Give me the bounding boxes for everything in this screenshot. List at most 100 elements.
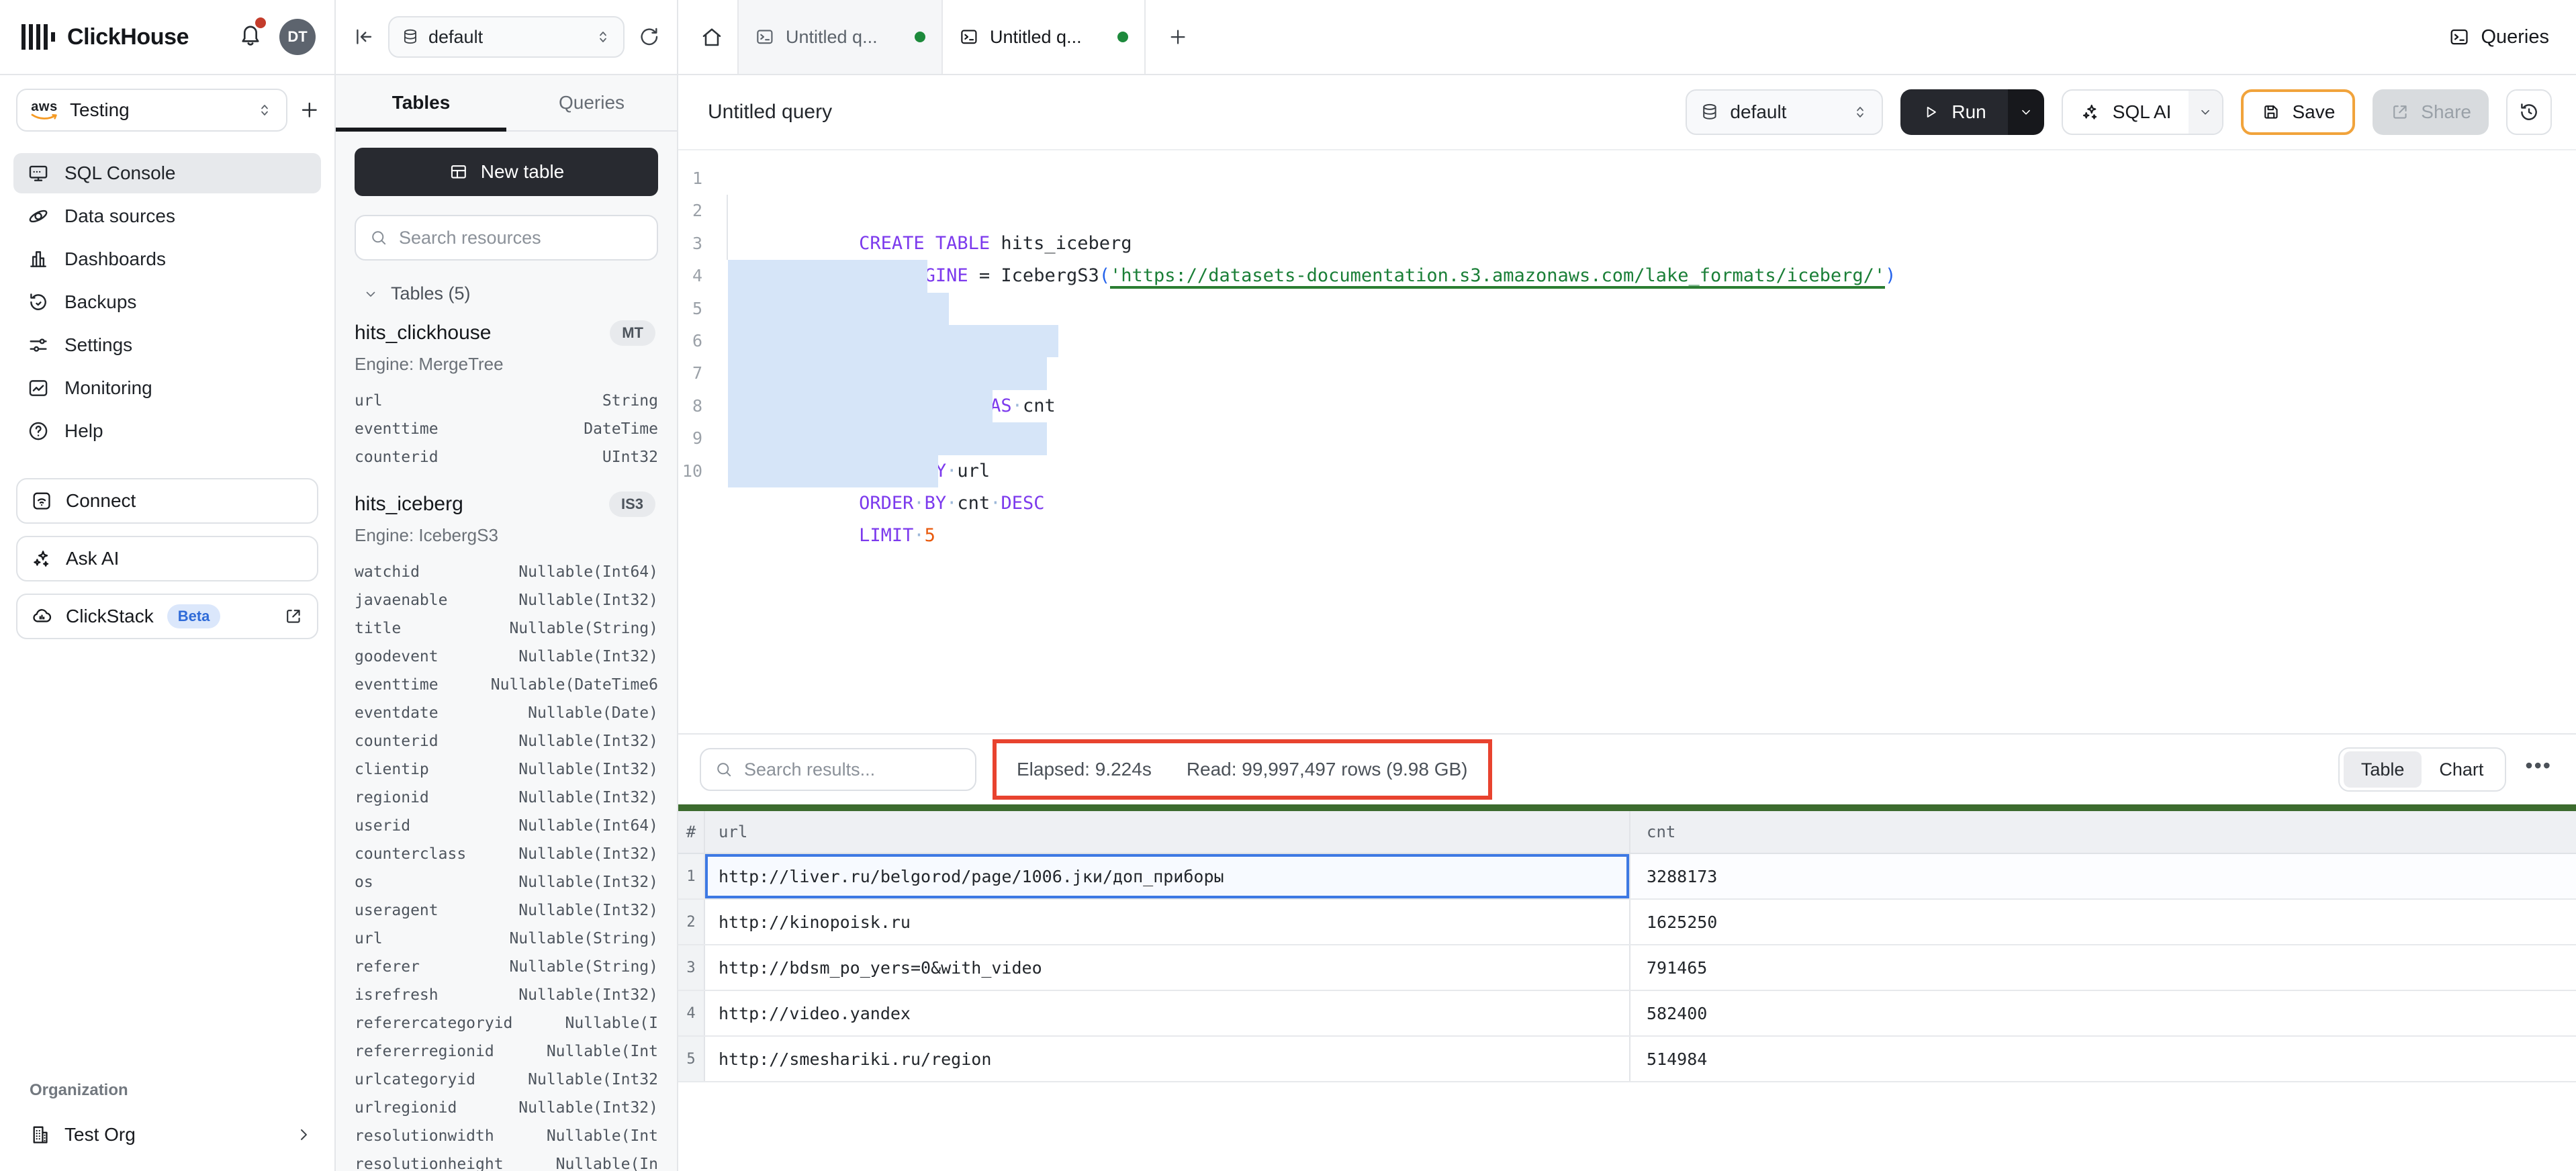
queries-button[interactable]: Queries [2448, 26, 2549, 48]
query-stats-annotation: Elapsed: 9.224s Read: 99,997,497 rows (9… [993, 739, 1492, 800]
code-line[interactable]: 8 GROUP·BY·url [678, 390, 2576, 422]
ask-ai-label: Ask AI [66, 548, 119, 569]
connect-button[interactable]: Connect [16, 478, 318, 524]
sql-editor[interactable]: 1 CREATE TABLE hits_iceberg 2 ENGINE = I… [678, 150, 2576, 733]
column-row: os Nullable(Int32) [355, 868, 658, 896]
workspace-name: Testing [70, 99, 130, 121]
sql-ai-options-button[interactable] [2189, 91, 2222, 134]
results-menu-button[interactable]: ••• [2525, 755, 2552, 784]
table-name[interactable]: hits_iceberg [355, 493, 463, 516]
url-cell[interactable]: http://kinopoisk.ru [705, 900, 1630, 944]
cnt-cell[interactable]: 3288173 [1630, 854, 2576, 898]
tables-section-header[interactable]: Tables (5) [355, 283, 658, 304]
url-cell[interactable]: http://smeshariki.ru/region [705, 1037, 1630, 1081]
code-line[interactable]: 9 ORDER·BY·cnt·DESC [678, 422, 2576, 455]
read-stat: Read: 99,997,497 rows (9.98 GB) [1187, 759, 1468, 780]
table-grid-icon [449, 162, 469, 182]
table-row[interactable]: 2 http://kinopoisk.ru 1625250 [678, 900, 2576, 945]
column-name: title [355, 620, 401, 637]
refresh-button[interactable] [638, 26, 661, 48]
cnt-cell[interactable]: 791465 [1630, 945, 2576, 990]
sidebar-item-monitoring[interactable]: Monitoring [13, 368, 321, 408]
chart-view-button[interactable]: Chart [2422, 751, 2501, 788]
url-cell[interactable]: http://video.yandex [705, 991, 1630, 1035]
add-service-button[interactable] [298, 99, 321, 122]
resources-tabs: Tables Queries [336, 75, 677, 132]
sql-ai-button[interactable]: SQL AI [2062, 89, 2224, 135]
new-table-button[interactable]: New table [355, 148, 658, 196]
run-options-button[interactable] [2008, 89, 2044, 135]
help-circle-icon [27, 420, 50, 442]
column-row: eventdate Nullable(Date) [355, 699, 658, 727]
user-avatar[interactable]: DT [279, 19, 316, 55]
table-name[interactable]: hits_clickhouse [355, 322, 491, 344]
resources-search[interactable] [355, 215, 658, 261]
column-type: Nullable(In [556, 1156, 658, 1171]
run-button[interactable]: Run [1900, 89, 2043, 135]
database-icon [402, 28, 419, 46]
column-name: os [355, 874, 373, 891]
connect-label: Connect [66, 490, 136, 512]
share-button[interactable]: Share [2373, 89, 2489, 135]
database-selector-value: default [428, 27, 483, 48]
chevron-down-icon [2019, 105, 2033, 120]
table-row[interactable]: 4 http://video.yandex 582400 [678, 991, 2576, 1037]
line-number: 7 [678, 357, 713, 389]
table-row[interactable]: 5 http://smeshariki.ru/region 514984 [678, 1037, 2576, 1082]
column-name: eventtime [355, 420, 439, 438]
url-cell[interactable]: http://liver.ru/belgorod/page/1006.jки/д… [705, 854, 1630, 898]
tab-queries[interactable]: Queries [506, 75, 677, 130]
table-row[interactable]: 3 http://bdsm_po_yers=0&with_video 79146… [678, 945, 2576, 991]
table-row[interactable]: 1 http://liver.ru/belgorod/page/1006.jки… [678, 854, 2576, 900]
column-row: counterclass Nullable(Int32) [355, 840, 658, 868]
cnt-cell[interactable]: 1625250 [1630, 900, 2576, 944]
code-text: ····url, [728, 293, 949, 325]
new-tab-button[interactable] [1167, 26, 1189, 48]
workspace-selector[interactable]: aws Testing [16, 89, 287, 132]
unsaved-dot-icon [915, 32, 925, 42]
save-button[interactable]: Save [2241, 89, 2355, 135]
query-tab-2[interactable]: Untitled q... [941, 0, 1146, 74]
organization-switcher[interactable]: Test Org [0, 1112, 334, 1158]
query-title[interactable]: Untitled query [708, 101, 832, 124]
header-row-number: # [678, 811, 705, 853]
sidebar-item-data-sources[interactable]: Data sources [13, 196, 321, 236]
sidebar-item-dashboards[interactable]: Dashboards [13, 239, 321, 279]
results-search[interactable] [700, 748, 976, 791]
sidebar-item-backups[interactable]: Backups [13, 282, 321, 322]
code-line[interactable]: 7 FROM·hits_iceberg [678, 357, 2576, 389]
line-number: 5 [678, 293, 713, 325]
sidebar-item-sql-console[interactable]: SQL Console [13, 153, 321, 193]
query-tab-1[interactable]: Untitled q... [737, 0, 941, 74]
line-number: 8 [678, 390, 713, 422]
collapse-sidebar-button[interactable] [352, 26, 375, 48]
cnt-cell[interactable]: 514984 [1630, 1037, 2576, 1081]
database-icon [1700, 103, 1719, 122]
column-row: isrefresh Nullable(Int32) [355, 981, 658, 1009]
database-selector[interactable]: default [388, 16, 625, 58]
editor-database-selector[interactable]: default [1686, 89, 1883, 135]
column-name: referercategoryid [355, 1015, 512, 1032]
save-label: Save [2292, 101, 2335, 123]
query-history-button[interactable] [2506, 89, 2552, 135]
tab-tables[interactable]: Tables [336, 75, 506, 130]
notifications-button[interactable] [238, 21, 263, 52]
url-cell[interactable]: http://bdsm_po_yers=0&with_video [705, 945, 1630, 990]
code-line[interactable]: 5 ····url, [678, 293, 2576, 325]
sidebar-item-label: SQL Console [64, 162, 176, 184]
ask-ai-button[interactable]: Ask AI [16, 536, 318, 581]
table-view-button[interactable]: Table [2344, 751, 2422, 788]
code-token: cnt [957, 493, 990, 514]
code-line[interactable]: 1 CREATE TABLE hits_iceberg [678, 162, 2576, 195]
home-button[interactable] [700, 25, 724, 49]
code-token: BY [925, 493, 947, 514]
code-line[interactable]: 2 ENGINE = IcebergS3('https://datasets-d… [678, 195, 2576, 227]
sidebar-item-settings[interactable]: Settings [13, 325, 321, 365]
sidebar-item-help[interactable]: Help [13, 411, 321, 451]
resources-search-input[interactable] [399, 228, 643, 248]
column-name: goodevent [355, 648, 439, 665]
code-line[interactable]: 6 ····count()·AS·cnt [678, 325, 2576, 357]
results-search-input[interactable] [744, 759, 962, 780]
clickstack-button[interactable]: ClickStack Beta [16, 594, 318, 639]
cnt-cell[interactable]: 582400 [1630, 991, 2576, 1035]
